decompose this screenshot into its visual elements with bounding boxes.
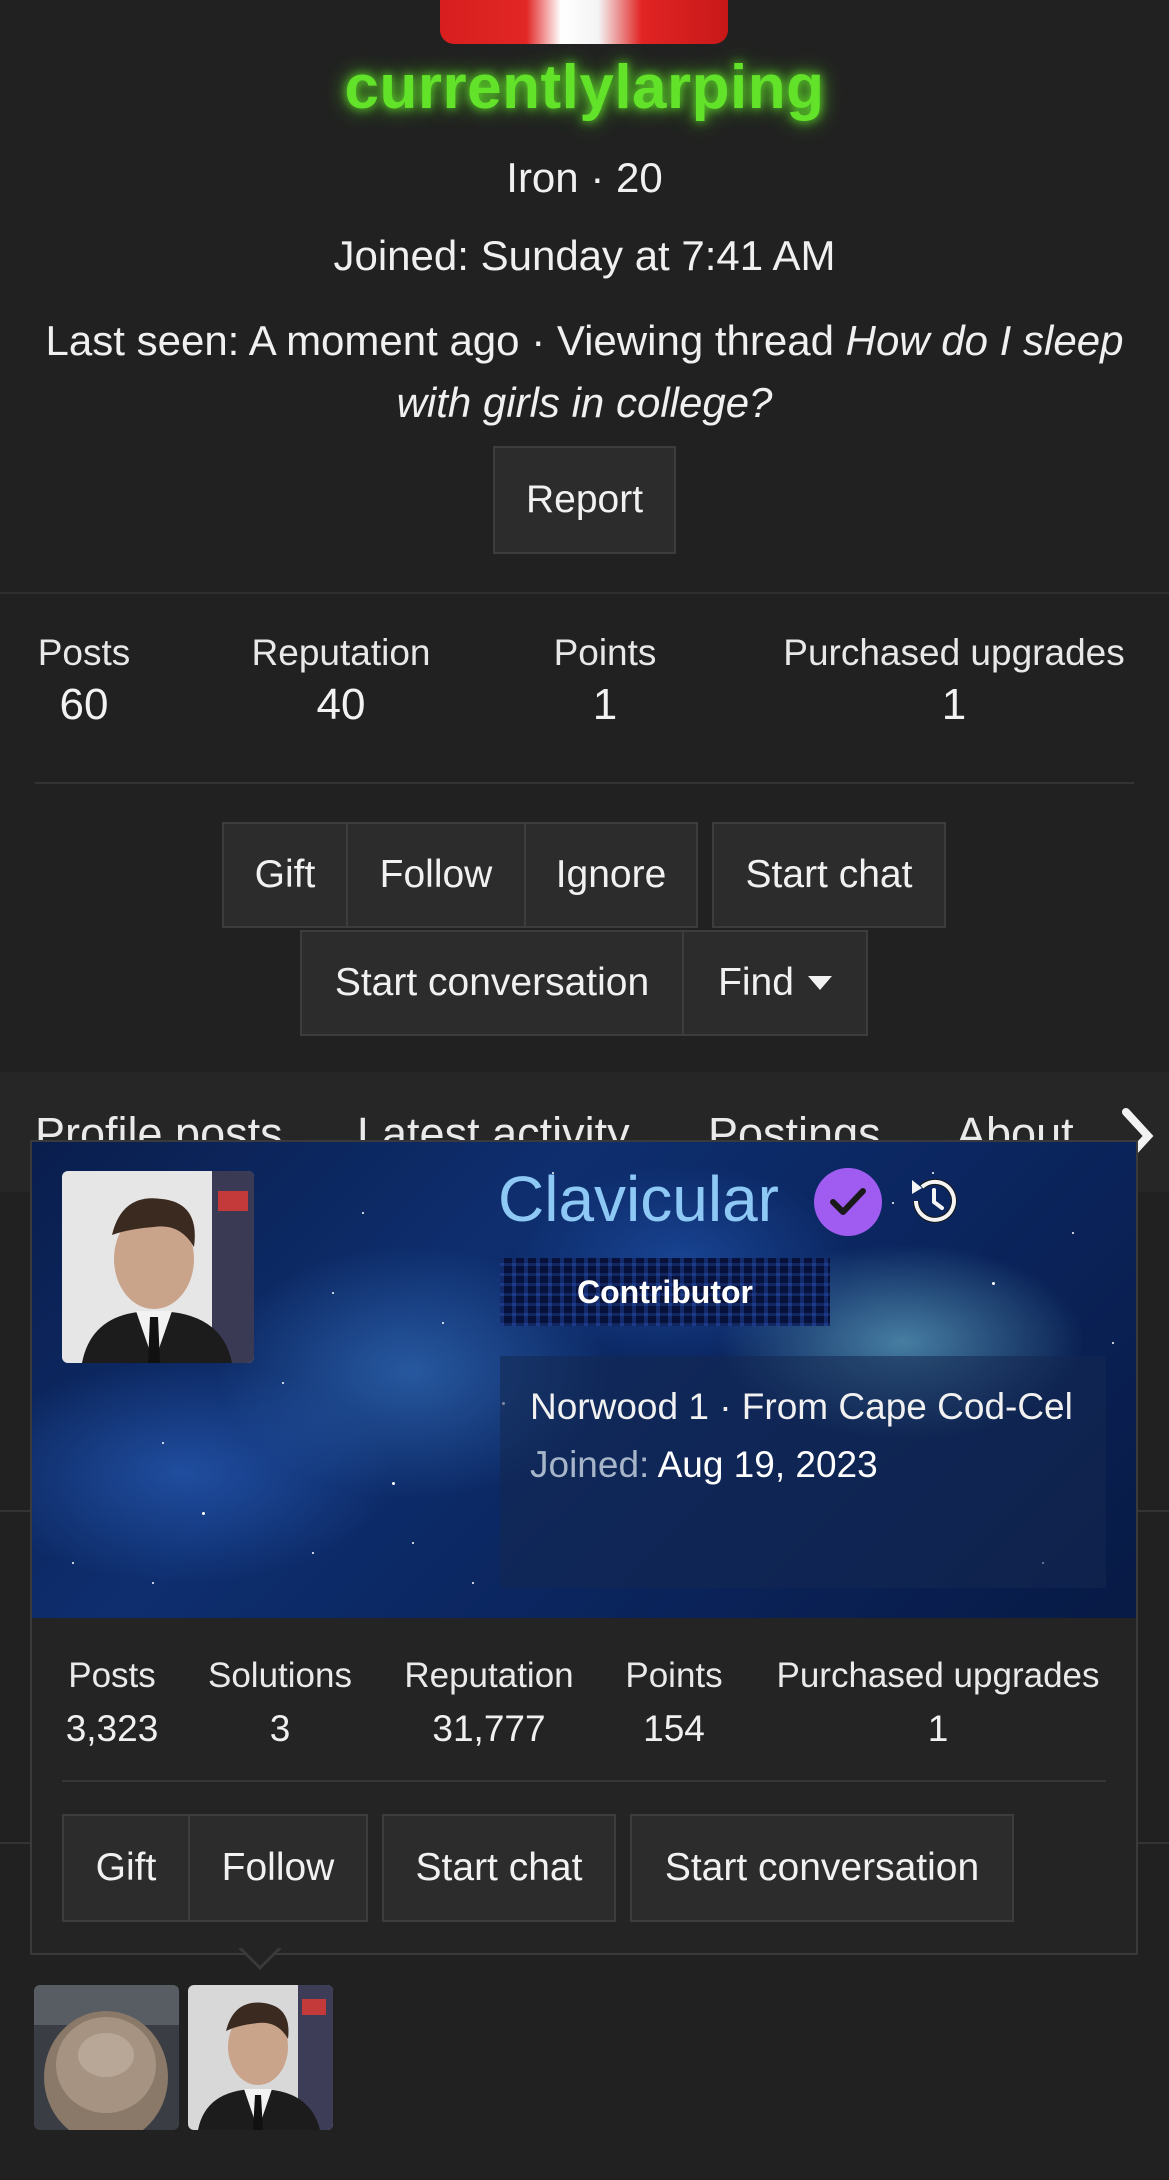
find-button[interactable]: Find (682, 930, 868, 1036)
member-name[interactable]: Clavicular (498, 1162, 779, 1236)
profile-rank: Iron · 20 (506, 154, 663, 201)
stat-reputation: Reputation 40 (236, 632, 446, 730)
card-stat-value-points: 154 (643, 1708, 705, 1749)
stat-value: 60 (59, 680, 109, 729)
stat-label: Purchased upgrades (783, 632, 1125, 673)
card-gift-button[interactable]: Gift (62, 1814, 190, 1922)
find-label: Find (718, 961, 794, 1004)
card-stat-label-reputation: Reputation (404, 1656, 574, 1695)
last-seen-prefix: Last seen: A moment ago · Viewing thread (45, 317, 846, 364)
avatar-image (34, 1985, 179, 2130)
avatar-image (188, 1985, 333, 2130)
member-location: Norwood 1 · From Cape Cod-Cel (530, 1386, 1073, 1427)
profile-stats: Posts 60 Reputation 40 Points 1 Purchase… (0, 632, 1169, 752)
card-stat-label-upgrades: Purchased upgrades (776, 1656, 1100, 1695)
member-avatar[interactable] (62, 1171, 254, 1363)
member-joined: Joined: Aug 19, 2023 (530, 1444, 1076, 1486)
caret-down-icon (807, 976, 832, 990)
start-conversation-button[interactable]: Start conversation (300, 930, 684, 1036)
stat-label: Points (553, 632, 657, 673)
card-stat-label-posts: Posts (68, 1656, 156, 1695)
avatar-image (62, 1171, 254, 1363)
divider (35, 782, 1134, 784)
card-stat-label-points: Points (625, 1656, 723, 1695)
divider (1136, 1842, 1169, 1844)
profile-username: currentlylarping (344, 53, 825, 122)
card-start-conversation-button[interactable]: Start conversation (630, 1814, 1014, 1922)
stat-label: Reputation (251, 632, 431, 673)
contributor-badge: Contributor (500, 1258, 830, 1326)
divider (1136, 1510, 1169, 1512)
profile-last-seen: Last seen: A moment ago · Viewing thread… (0, 310, 1169, 434)
joined-label: Joined: (530, 1444, 650, 1485)
divider (62, 1780, 1106, 1782)
start-chat-button[interactable]: Start chat (712, 822, 946, 928)
card-stat-value-reputation: 31,777 (432, 1708, 546, 1749)
card-start-chat-button[interactable]: Start chat (382, 1814, 616, 1922)
history-icon[interactable] (902, 1170, 964, 1232)
divider (0, 592, 1169, 594)
stat-value: 40 (316, 680, 366, 729)
follower-avatar[interactable] (34, 1985, 179, 2130)
stat-value: 1 (592, 680, 618, 729)
card-stat-value-posts: 3,323 (65, 1708, 159, 1749)
member-info-box: Norwood 1 · From Cape Cod-Cel Joined: Au… (500, 1356, 1106, 1588)
report-button[interactable]: Report (493, 446, 676, 554)
check-badge-icon (814, 1168, 882, 1236)
card-follow-button[interactable]: Follow (188, 1814, 368, 1922)
stat-label: Posts (37, 632, 131, 673)
stat-posts: Posts 60 (24, 632, 144, 730)
profile-joined: Joined: Sunday at 7:41 AM (333, 232, 836, 279)
stat-points: Points 1 (540, 632, 670, 730)
follower-avatar[interactable] (188, 1985, 333, 2130)
stat-value: 1 (941, 680, 967, 729)
gift-button[interactable]: Gift (222, 822, 348, 928)
card-stat-value-solutions: 3 (269, 1708, 291, 1749)
stat-purchased-upgrades: Purchased upgrades 1 (766, 632, 1142, 730)
card-stat-value-upgrades: 1 (927, 1708, 949, 1749)
profile-banner-edge (440, 0, 728, 44)
divider (0, 1510, 32, 1512)
tooltip-pointer (240, 1946, 280, 1966)
joined-value: Aug 19, 2023 (657, 1444, 878, 1485)
ignore-button[interactable]: Ignore (524, 822, 698, 928)
divider (0, 1842, 32, 1844)
card-stat-label-solutions: Solutions (208, 1656, 352, 1695)
follow-button[interactable]: Follow (346, 822, 526, 928)
